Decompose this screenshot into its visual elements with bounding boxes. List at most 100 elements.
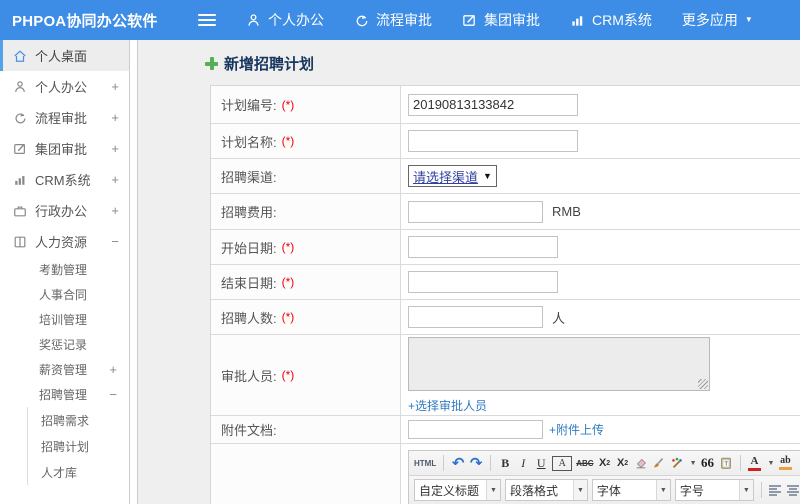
collapse-icon[interactable]: − — [109, 387, 117, 402]
sidebar-item-desktop[interactable]: 个人桌面 — [0, 40, 129, 71]
dropdown-caret-icon: ▼ — [738, 480, 753, 500]
channel-select[interactable]: 请选择渠道 ▼ — [408, 165, 497, 187]
rich-text-editor: HTML ↶ ↷ B I U A ABC X2 X2 ▼ 66 T A ▼ ab… — [408, 450, 800, 504]
nav-personal-office[interactable]: 个人办公 — [246, 10, 324, 30]
dropdown-caret-icon: ▼ — [572, 480, 587, 500]
briefcase-icon — [13, 204, 27, 218]
sidebar-subitem-training[interactable]: 培训管理 — [0, 307, 129, 332]
required-mark: (*) — [281, 240, 295, 254]
italic-button[interactable]: I — [516, 454, 530, 472]
expand-icon[interactable]: + — [111, 141, 119, 156]
color-spray-icon[interactable] — [670, 454, 684, 472]
expand-icon[interactable]: + — [111, 172, 119, 187]
bold-button[interactable]: B — [498, 454, 512, 472]
app-logo: PHPOA协同办公软件 — [12, 12, 158, 30]
superscript-button[interactable]: X2 — [598, 454, 612, 472]
recruit-plan-form: 计划编号: (*) 计划名称: (*) 招聘渠道: 请选择渠道 — [210, 85, 800, 504]
form-row-editor: HTML ↶ ↷ B I U A ABC X2 X2 ▼ 66 T A ▼ ab… — [211, 444, 800, 504]
heading-style-dropdown[interactable]: 自定义标题 ▼ — [414, 479, 501, 501]
field-label: 计划编号: — [221, 98, 277, 113]
expand-icon[interactable]: + — [111, 203, 119, 218]
nav-crm-system[interactable]: CRM系统 — [570, 10, 652, 30]
nav-more-apps[interactable]: 更多应用 ▼ — [682, 10, 753, 30]
form-row-cost: 招聘费用: RMB — [211, 194, 800, 230]
spray-caret-icon[interactable]: ▼ — [690, 460, 697, 467]
editor-toolbar-row2: 自定义标题 ▼ 段落格式 ▼ 字体 ▼ 字号 ▼ — [409, 476, 800, 504]
sidebar-scrollbar-track[interactable] — [129, 40, 138, 504]
headcount-unit: 人 — [552, 310, 566, 326]
font-color-button[interactable]: A — [748, 454, 762, 472]
menu-icon[interactable] — [198, 14, 216, 26]
paragraph-format-dropdown[interactable]: 段落格式 ▼ — [504, 479, 588, 501]
field-label: 附件文档: — [221, 423, 277, 438]
required-mark: (*) — [281, 275, 295, 289]
start-date-input[interactable] — [408, 236, 558, 258]
required-mark: (*) — [281, 134, 295, 148]
font-color-caret-icon[interactable]: ▼ — [768, 460, 775, 467]
page-title: 新增招聘计划 — [205, 53, 314, 74]
required-mark: (*) — [281, 368, 295, 382]
required-mark: (*) — [281, 97, 295, 112]
collapse-icon[interactable]: − — [111, 234, 119, 249]
paste-text-icon[interactable]: T — [719, 454, 733, 472]
plan-name-input[interactable] — [408, 130, 578, 152]
attachment-input[interactable] — [408, 420, 543, 439]
plan-number-input[interactable] — [408, 93, 578, 116]
expand-icon[interactable]: + — [109, 362, 117, 377]
caret-down-icon: ▼ — [744, 15, 753, 24]
cost-input[interactable] — [408, 200, 543, 223]
select-caret-icon: ▼ — [483, 171, 492, 181]
field-label: 审批人员: — [221, 368, 277, 384]
sidebar-subitem-recruit-plan[interactable]: 招聘计划 — [28, 433, 129, 459]
home-icon — [13, 49, 27, 63]
sidebar-subitem-attendance[interactable]: 考勤管理 — [0, 257, 129, 282]
underline-button[interactable]: U — [534, 454, 548, 472]
form-row-approvers: 审批人员: (*) +选择审批人员 — [211, 335, 800, 416]
main-content: 新增招聘计划 计划编号: (*) 计划名称: (*) 招聘渠道: — [139, 40, 800, 504]
sidebar-item-personal-office[interactable]: 个人办公 + — [0, 71, 129, 102]
sidebar-subitem-recruit-demand[interactable]: 招聘需求 — [28, 407, 129, 433]
align-center-icon[interactable] — [787, 481, 800, 499]
sidebar-item-process-approval[interactable]: 流程审批 + — [0, 102, 129, 133]
edit-icon — [13, 142, 27, 156]
blockquote-button[interactable]: 66 — [701, 454, 715, 472]
font-family-dropdown[interactable]: 字体 ▼ — [591, 479, 671, 501]
sidebar-subitem-recruitment[interactable]: 招聘管理 − — [0, 382, 129, 407]
expand-icon[interactable]: + — [111, 79, 119, 94]
nav-group-approval[interactable]: 集团审批 — [462, 10, 540, 30]
sidebar-subitem-talent-pool[interactable]: 人才库 — [28, 459, 129, 485]
book-icon — [13, 235, 27, 249]
top-bar: PHPOA协同办公软件 个人办公 流程审批 集团审批 CRM系统 更多应用 ▼ — [0, 0, 800, 40]
nav-process-approval[interactable]: 流程审批 — [354, 10, 432, 30]
expand-icon[interactable]: + — [111, 110, 119, 125]
required-mark: (*) — [281, 310, 295, 324]
add-plus-icon — [205, 57, 218, 70]
sidebar-subitem-salary[interactable]: 薪资管理 + — [0, 357, 129, 382]
highlight-color-button[interactable]: ab — [778, 454, 792, 472]
sidebar-subitem-contracts[interactable]: 人事合同 — [0, 282, 129, 307]
subscript-button[interactable]: X2 — [616, 454, 630, 472]
field-label: 开始日期: — [221, 240, 277, 256]
font-size-dropdown[interactable]: 字号 ▼ — [674, 479, 754, 501]
sidebar-subitem-rewards[interactable]: 奖惩记录 — [0, 332, 129, 357]
attachment-upload-link[interactable]: +附件上传 — [549, 423, 604, 437]
approvers-textarea[interactable] — [408, 336, 710, 391]
chart-icon — [13, 173, 27, 187]
end-date-input[interactable] — [408, 271, 558, 293]
select-approvers-link[interactable]: +选择审批人员 — [408, 397, 487, 414]
resize-grip[interactable] — [698, 378, 708, 389]
headcount-input[interactable] — [408, 306, 543, 328]
sidebar-item-admin-office[interactable]: 行政办公 + — [0, 195, 129, 226]
html-source-button[interactable]: HTML — [414, 454, 436, 472]
remove-format-button[interactable]: A — [552, 455, 573, 471]
redo-icon[interactable]: ↷ — [469, 454, 483, 472]
edit-icon — [462, 13, 477, 28]
eraser-icon[interactable] — [634, 454, 648, 472]
sidebar-item-group-approval[interactable]: 集团审批 + — [0, 133, 129, 164]
sidebar-item-hr[interactable]: 人力资源 − — [0, 226, 129, 257]
strikethrough-button[interactable]: ABC — [576, 454, 593, 472]
format-brush-icon[interactable] — [652, 454, 666, 472]
undo-icon[interactable]: ↶ — [451, 454, 465, 472]
align-left-icon[interactable] — [769, 481, 783, 499]
sidebar-item-crm[interactable]: CRM系统 + — [0, 164, 129, 195]
